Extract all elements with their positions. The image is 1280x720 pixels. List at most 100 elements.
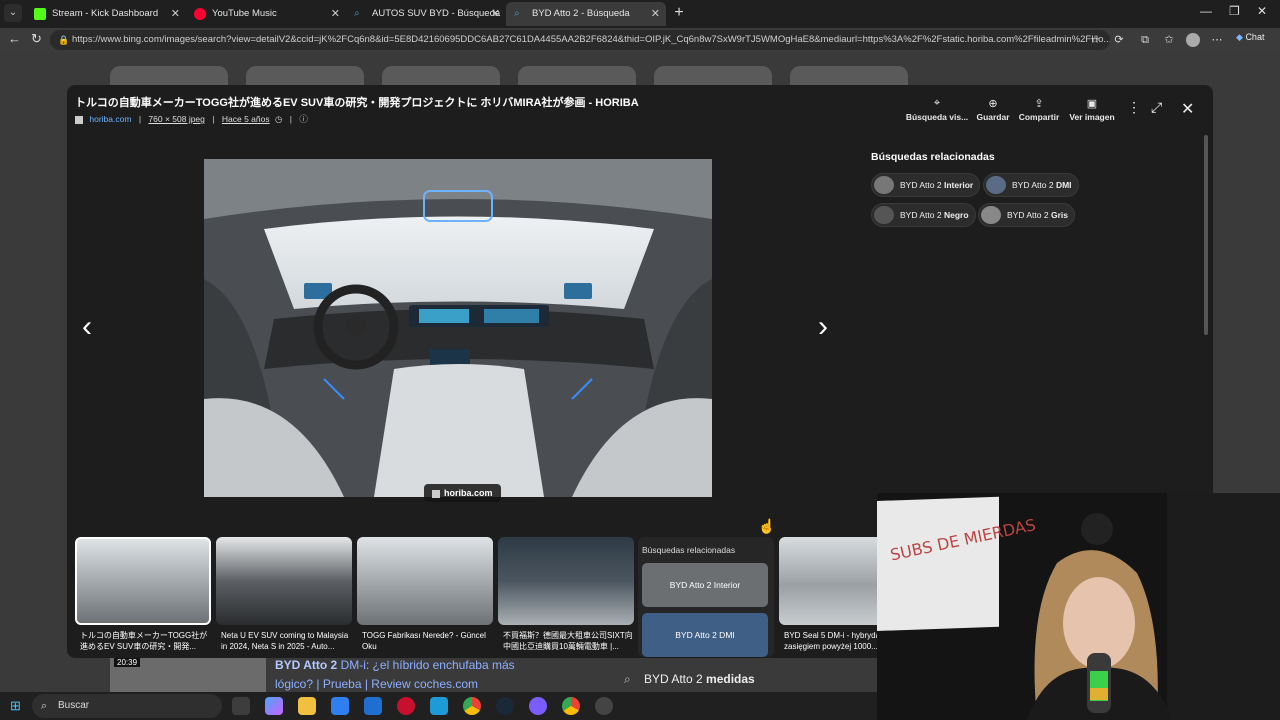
- clock-icon: ◷: [274, 114, 283, 124]
- image-title[interactable]: トルコの自動車メーカーTOGG社が進めるEV SUV車の研究・開発プロジェクトに…: [75, 94, 639, 110]
- previous-arrow-icon[interactable]: ‹: [82, 310, 92, 344]
- strip-related-card[interactable]: BYD Atto 2 Interior: [642, 563, 768, 607]
- credit-text: horiba.com: [444, 488, 493, 498]
- taskbar-search[interactable]: ⌕ Buscar: [32, 694, 222, 718]
- url-input[interactable]: 🔒 https://www.bing.com/images/search?vie…: [50, 30, 1110, 50]
- thumbnail-item[interactable]: トルコの自動車メーカーTOGG社が進めるEV SUV車の研究・開発...: [75, 537, 211, 657]
- more-options-icon[interactable]: ⋮: [1127, 99, 1141, 116]
- visual-search-icon: ⌖: [933, 97, 941, 109]
- edge-icon[interactable]: [430, 697, 448, 715]
- chip-bold: Negro: [943, 210, 969, 220]
- tab-actions-menu[interactable]: ⌄: [4, 4, 22, 22]
- lock-icon: 🔒: [58, 35, 70, 45]
- new-tab-button[interactable]: +: [671, 4, 687, 22]
- strip-related-card[interactable]: BYD Atto 2 DMI: [642, 613, 768, 657]
- view-image-icon: ▣: [1086, 98, 1098, 110]
- video-duration: 20:39: [114, 658, 141, 667]
- age-link[interactable]: Hace 5 años: [222, 114, 270, 124]
- image-credit[interactable]: horiba.com: [424, 484, 501, 502]
- webcam-feed: SUBS DE MIERDAS: [877, 493, 1280, 720]
- thumbnail-caption: Neta U EV SUV coming to Malaysia in 2024…: [221, 631, 349, 651]
- obs-icon[interactable]: [595, 697, 613, 715]
- thumbnail-item[interactable]: Neta U EV SUV coming to Malaysia in 2024…: [216, 537, 352, 657]
- related-chip-interior[interactable]: BYD Atto 2 Interior: [871, 173, 981, 197]
- related-chip-negro[interactable]: BYD Atto 2 Negro: [871, 203, 976, 227]
- related-chip-gris[interactable]: BYD Atto 2 Gris: [978, 203, 1075, 227]
- source-link[interactable]: horiba.com: [89, 114, 131, 124]
- thumbnail-item[interactable]: 不買福斯？德國最大租車公司SIXT向中國比亞迪購買10萬輛電動車 |...: [498, 537, 634, 657]
- store-icon[interactable]: [331, 697, 349, 715]
- thumbnail-caption: トルコの自動車メーカーTOGG社が進めるEV SUV車の研究・開発...: [80, 631, 208, 651]
- search-icon: ⌕: [354, 8, 360, 19]
- info-icon[interactable]: ⓘ: [299, 114, 308, 124]
- copilot-chat-button[interactable]: ◆ Chat: [1236, 32, 1264, 43]
- close-icon[interactable]: ✕: [171, 2, 180, 26]
- youtube-music-icon: [194, 8, 206, 20]
- chrome-icon[interactable]: [463, 697, 481, 715]
- thumbnail-image: [357, 537, 493, 625]
- more-icon[interactable]: ⋯: [1210, 33, 1224, 47]
- outlook-icon[interactable]: [364, 697, 382, 715]
- restore-icon[interactable]: ❐: [1229, 4, 1240, 18]
- action-label: Guardar: [976, 112, 1010, 122]
- file-explorer-icon[interactable]: [298, 697, 316, 715]
- extension-icon[interactable]: ⟳: [1112, 33, 1126, 47]
- opera-icon[interactable]: [397, 697, 415, 715]
- scrollbar[interactable]: [1204, 135, 1208, 335]
- close-icon[interactable]: ✕: [491, 2, 500, 26]
- chip-bold: Gris: [1050, 210, 1068, 220]
- chip-thumbnail: [986, 176, 1006, 194]
- chip-bold: DMI: [1055, 180, 1072, 190]
- save-button[interactable]: ⊕ Guardar: [975, 97, 1011, 122]
- copilot-icon: ◆: [1236, 32, 1243, 42]
- share-button[interactable]: ⇪ Compartir: [1017, 97, 1061, 122]
- thumbnail-item[interactable]: TOGG Fabrikası Nerede? - Güncel Oku: [357, 537, 493, 657]
- address-bar-row: ← ↻ 🔒 https://www.bing.com/images/search…: [0, 28, 1280, 52]
- discord-icon[interactable]: [529, 697, 547, 715]
- main-image[interactable]: [204, 159, 712, 497]
- view-image-button[interactable]: ▣ Ver imagen: [1067, 97, 1117, 122]
- minimize-icon[interactable]: —: [1200, 4, 1212, 18]
- chrome-icon[interactable]: [562, 697, 580, 715]
- car-interior-image: [204, 159, 712, 497]
- result-title-bold: BYD Atto 2: [275, 658, 338, 672]
- tab-label: BYD Atto 2 - Búsqueda: [532, 8, 630, 19]
- suggestion-bold: medidas: [706, 672, 755, 686]
- expand-icon[interactable]: ⤢: [1151, 99, 1162, 116]
- thumbnail-image: [216, 537, 352, 625]
- search-suggestion[interactable]: ⌕ BYD Atto 2 medidas: [614, 667, 884, 692]
- tab-bar: ⌄ Stream - Kick Dashboard ✕ YouTube Musi…: [0, 0, 1280, 28]
- next-arrow-icon[interactable]: ›: [818, 310, 828, 344]
- copilot-icon[interactable]: [265, 697, 283, 715]
- back-icon[interactable]: ←: [8, 31, 21, 46]
- separator: |: [289, 114, 292, 124]
- tab-youtube-music[interactable]: YouTube Music ✕: [186, 2, 346, 26]
- site-favicon: [432, 489, 440, 498]
- close-window-icon[interactable]: ✕: [1257, 4, 1267, 18]
- chip-thumbnail: [981, 206, 1001, 224]
- visual-search-button[interactable]: ⌖ Búsqueda vis...: [905, 97, 969, 122]
- search-icon: ⌕: [41, 700, 48, 712]
- close-icon[interactable]: ✕: [331, 2, 340, 26]
- favorites-icon[interactable]: ✩: [1162, 33, 1176, 47]
- favorite-star-icon[interactable]: ☆: [1088, 33, 1102, 47]
- tab-autos-suv[interactable]: ⌕ AUTOS SUV BYD - Búsqueda ✕: [346, 2, 506, 26]
- task-view-icon[interactable]: [232, 697, 250, 715]
- close-modal-icon[interactable]: ✕: [1181, 99, 1194, 119]
- result-title-link[interactable]: BYD Atto 2 DM-i: ¿el híbrido enchufaba m…: [275, 656, 535, 694]
- share-icon: ⇪: [1034, 98, 1044, 110]
- windows-start-icon[interactable]: ⊞: [10, 699, 24, 713]
- tab-kick[interactable]: Stream - Kick Dashboard ✕: [26, 2, 186, 26]
- steam-icon[interactable]: [496, 697, 514, 715]
- dimensions-link[interactable]: 760 × 508 jpeg: [148, 114, 204, 124]
- refresh-icon[interactable]: ↻: [31, 31, 42, 47]
- search-icon: ⌕: [514, 8, 520, 19]
- split-screen-icon[interactable]: ⧉: [1138, 33, 1152, 47]
- related-chip-dmi[interactable]: BYD Atto 2 DMI: [983, 173, 1079, 197]
- tab-byd-atto[interactable]: ⌕ BYD Atto 2 - Búsqueda ✕: [506, 2, 666, 26]
- separator: |: [212, 114, 215, 124]
- profile-avatar[interactable]: [1186, 33, 1200, 47]
- close-icon[interactable]: ✕: [651, 2, 660, 26]
- search-icon: ⌕: [624, 672, 631, 686]
- tab-label: YouTube Music: [212, 8, 277, 19]
